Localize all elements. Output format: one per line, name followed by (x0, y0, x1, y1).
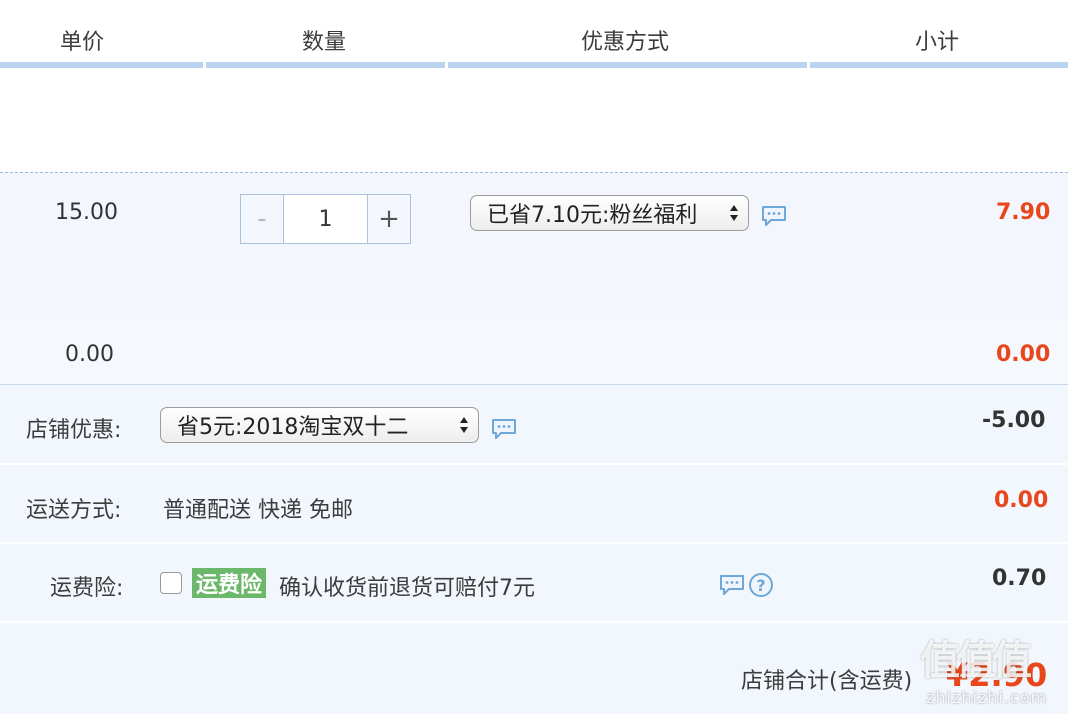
shipping-amount: 0.00 (994, 488, 1049, 513)
column-header-subtotal: 小计 (915, 30, 960, 55)
header-divider (0, 62, 203, 68)
select-arrows-icon (730, 205, 738, 221)
row-divider (0, 621, 1068, 623)
row-divider (0, 542, 1068, 544)
insurance-checkbox[interactable] (160, 572, 182, 594)
insurance-description: 确认收货前退货可赔付7元 (279, 576, 535, 601)
shop-discount-select[interactable]: 省5元:2018淘宝双十二 (160, 407, 479, 443)
item-discount-selected: 已省7.10元:粉丝福利 (487, 203, 698, 228)
decrease-quantity-button[interactable]: - (241, 195, 284, 243)
item-discount-select[interactable]: 已省7.10元:粉丝福利 (470, 195, 749, 231)
chat-bubble-icon[interactable] (491, 418, 517, 440)
insurance-label: 运费险: (50, 576, 124, 601)
insurance-badge: 运费险 (192, 568, 267, 598)
shop-discount-amount: -5.00 (982, 408, 1046, 433)
increase-quantity-button[interactable]: + (367, 195, 410, 243)
item-subtotal: 7.90 (996, 200, 1051, 225)
header-divider (810, 62, 1068, 68)
chat-bubble-icon[interactable] (719, 574, 745, 596)
shipping-label: 运送方式: (26, 498, 122, 523)
shop-total-label: 店铺合计(含运费) (741, 669, 913, 694)
chat-bubble-icon[interactable] (761, 205, 787, 227)
row-divider (0, 463, 1068, 465)
quantity-input[interactable] (284, 195, 367, 243)
gift-row (0, 320, 1068, 384)
insurance-amount: 0.70 (992, 566, 1047, 591)
help-question-icon[interactable]: ? (748, 572, 774, 598)
watermark-logo: 值值值 (920, 638, 1032, 684)
gift-price: 0.00 (65, 342, 114, 367)
shop-discount-selected: 省5元:2018淘宝双十二 (177, 415, 409, 440)
column-header-price: 单价 (60, 30, 105, 55)
column-header-discount: 优惠方式 (581, 30, 670, 55)
gift-subtotal: 0.00 (996, 342, 1051, 367)
item-price: 15.00 (55, 200, 118, 225)
column-header-quantity: 数量 (302, 30, 347, 55)
shipping-method: 普通配送 快递 免邮 (163, 498, 353, 523)
header-divider (448, 62, 807, 68)
watermark-site: zhizhizhi.com (926, 688, 1048, 707)
quantity-stepper: - + (240, 194, 411, 244)
header-divider (206, 62, 445, 68)
shop-discount-label: 店铺优惠: (26, 418, 122, 443)
select-arrows-icon (460, 417, 468, 433)
svg-text:?: ? (756, 576, 765, 595)
